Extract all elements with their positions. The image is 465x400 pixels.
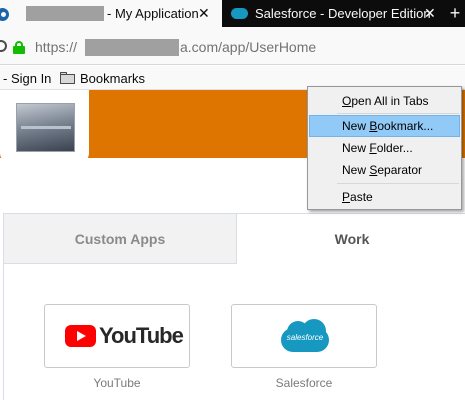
lock-icon[interactable]	[13, 41, 25, 54]
menu-paste[interactable]: Paste	[309, 186, 460, 208]
company-logo[interactable]	[0, 90, 89, 163]
menu-accesskey: P	[342, 190, 351, 204]
new-tab-button[interactable]: +	[445, 0, 465, 27]
tab-close-icon[interactable]: ✕	[424, 5, 436, 21]
youtube-logo-text: YouTube	[99, 323, 184, 348]
bookmarks-folder[interactable]: Bookmarks	[80, 71, 145, 86]
menu-new-folder[interactable]: New Folder...	[309, 137, 460, 159]
bookmarks-context-menu: Open All in Tabs New Bookmark... New Fol…	[307, 86, 462, 210]
url-path: a.com/app/UserHome	[180, 39, 317, 55]
info-icon[interactable]	[0, 40, 7, 52]
tab-salesforce[interactable]: Salesforce - Developer Edition ✕	[222, 0, 445, 27]
menu-text-post: older...	[376, 141, 413, 155]
menu-text-post: pen All in Tabs	[351, 94, 429, 108]
tab-work[interactable]: Work	[237, 214, 465, 264]
youtube-caption: YouTube	[93, 376, 141, 390]
app-favicon-icon	[0, 7, 12, 21]
menu-text-post: ookmark...	[377, 119, 434, 133]
redacted-url-text	[85, 39, 179, 56]
menu-separator	[337, 113, 459, 114]
tab-strip: - My Application ✕ Salesforce - Develope…	[0, 0, 465, 27]
tab-title: - My Application	[107, 6, 199, 21]
menu-open-all-in-tabs[interactable]: Open All in Tabs	[309, 90, 460, 112]
menu-text-post: eparator	[377, 163, 423, 177]
menu-new-bookmark[interactable]: New Bookmark...	[309, 115, 460, 137]
folder-icon[interactable]	[60, 72, 75, 84]
salesforce-logo-text: salesforce	[286, 333, 324, 342]
tab-close-icon[interactable]: ✕	[198, 5, 210, 21]
menu-accesskey: O	[342, 94, 352, 108]
logo-image	[16, 103, 75, 152]
salesforce-favicon-icon	[231, 8, 248, 19]
menu-separator	[337, 183, 459, 184]
browser-window: - My Application ✕ Salesforce - Develope…	[0, 0, 465, 400]
url-scheme: https://	[35, 39, 78, 55]
menu-text-pre: New	[342, 163, 370, 177]
tab-custom-apps[interactable]: Custom Apps	[4, 214, 237, 264]
menu-text-pre: New	[342, 119, 370, 133]
salesforce-cloud-icon: salesforce	[277, 318, 333, 356]
menu-new-separator[interactable]: New Separator	[309, 159, 460, 181]
salesforce-caption: Salesforce	[275, 376, 333, 390]
redacted-tab-text	[26, 6, 104, 21]
tab-my-application[interactable]: - My Application ✕	[0, 0, 222, 27]
menu-text-post: aste	[350, 190, 373, 204]
bookmark-sign-in[interactable]: - Sign In	[3, 71, 51, 86]
tab-title: Salesforce - Developer Edition	[255, 6, 431, 21]
salesforce-tile[interactable]: salesforce	[231, 304, 377, 368]
play-icon	[65, 325, 96, 347]
menu-text-pre: New	[342, 141, 370, 155]
youtube-logo-icon: YouTube	[65, 322, 184, 350]
youtube-tile[interactable]: YouTube	[44, 304, 190, 368]
menu-accesskey: F	[369, 141, 377, 155]
url-bar[interactable]: https:// a.com/app/UserHome	[0, 27, 465, 65]
